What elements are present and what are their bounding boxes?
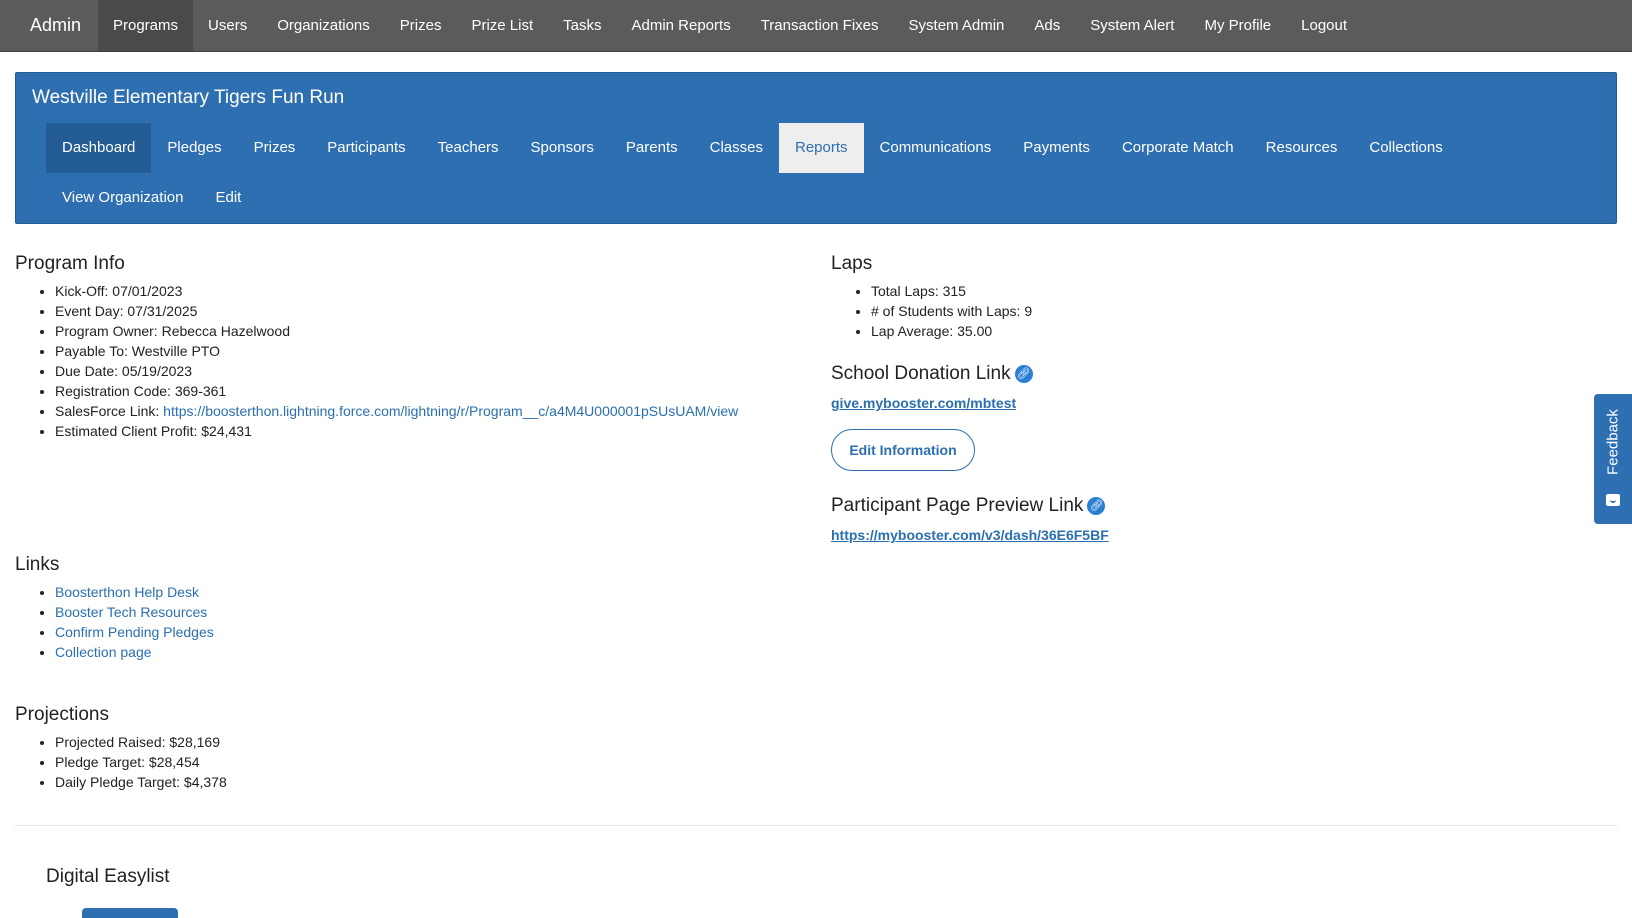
nav-logout[interactable]: Logout bbox=[1286, 0, 1362, 51]
tab-dashboard[interactable]: Dashboard bbox=[46, 123, 152, 173]
links-list: Boosterthon Help Desk Booster Tech Resou… bbox=[15, 582, 214, 662]
projections-list: Projected Raised: $28,169 Pledge Target:… bbox=[15, 732, 227, 792]
program-title: Westville Elementary Tigers Fun Run bbox=[32, 87, 345, 108]
tab-participants[interactable]: Participants bbox=[311, 123, 421, 173]
list-item: Collection page bbox=[55, 642, 214, 662]
list-item: Confirm Pending Pledges bbox=[55, 622, 214, 642]
program-info-section: Program Info Kick-Off: 07/01/2023 Event … bbox=[15, 253, 815, 441]
nav-transaction-fixes[interactable]: Transaction Fixes bbox=[746, 0, 894, 51]
nav-prize-list[interactable]: Prize List bbox=[456, 0, 548, 51]
tab-resources[interactable]: Resources bbox=[1250, 123, 1354, 173]
links-heading: Links bbox=[15, 554, 60, 575]
participant-preview-heading-text: Participant Page Preview Link bbox=[831, 495, 1084, 516]
nav-system-admin[interactable]: System Admin bbox=[894, 0, 1020, 51]
nav-my-profile[interactable]: My Profile bbox=[1189, 0, 1286, 51]
tab-communications[interactable]: Communications bbox=[864, 123, 1008, 173]
tab-parents[interactable]: Parents bbox=[610, 123, 694, 173]
pledge-target-item: Pledge Target: $28,454 bbox=[55, 752, 227, 772]
program-info-heading: Program Info bbox=[15, 253, 125, 274]
total-laps-item: Total Laps: 315 bbox=[871, 281, 1032, 301]
registration-code-item: Registration Code: 369-361 bbox=[55, 381, 815, 401]
payable-to-item: Payable To: Westville PTO bbox=[55, 341, 815, 361]
digital-easylist-button[interactable] bbox=[82, 908, 178, 918]
laps-list: Total Laps: 315 # of Students with Laps:… bbox=[831, 281, 1032, 341]
event-day-item: Event Day: 07/31/2025 bbox=[55, 301, 815, 321]
feedback-tab[interactable]: Feedback bbox=[1594, 394, 1632, 524]
daily-pledge-target-item: Daily Pledge Target: $4,378 bbox=[55, 772, 227, 792]
nav-tasks[interactable]: Tasks bbox=[548, 0, 616, 51]
digital-easylist-heading: Digital Easylist bbox=[46, 866, 170, 887]
program-tabs: Dashboard Pledges Prizes Participants Te… bbox=[46, 123, 1606, 223]
laps-heading: Laps bbox=[831, 253, 873, 274]
program-panel: Westville Elementary Tigers Fun Run Dash… bbox=[15, 72, 1617, 224]
lap-average-item: Lap Average: 35.00 bbox=[871, 321, 1032, 341]
program-info-list: Kick-Off: 07/01/2023 Event Day: 07/31/20… bbox=[15, 281, 815, 441]
tab-sponsors[interactable]: Sponsors bbox=[515, 123, 610, 173]
school-donation-heading-text: School Donation Link bbox=[831, 363, 1011, 384]
collection-page-link[interactable]: Collection page bbox=[55, 644, 152, 660]
help-desk-link[interactable]: Boosterthon Help Desk bbox=[55, 584, 199, 600]
participant-preview-section: Participant Page Preview Link 🔗︎ https://… bbox=[831, 495, 1109, 543]
admin-nav-list: Programs Users Organizations Prizes Priz… bbox=[98, 0, 1362, 51]
tab-edit[interactable]: Edit bbox=[199, 173, 257, 223]
links-section: Links Boosterthon Help Desk Booster Tech… bbox=[15, 554, 214, 662]
feedback-label: Feedback bbox=[1604, 409, 1622, 475]
salesforce-label: SalesForce Link: bbox=[55, 403, 164, 419]
students-with-laps-item: # of Students with Laps: 9 bbox=[871, 301, 1032, 321]
brand[interactable]: Admin bbox=[0, 0, 98, 51]
preview-link-row: https://mybooster.com/v3/dash/36E6F5BF bbox=[831, 527, 1109, 543]
divider bbox=[15, 825, 1617, 826]
laps-section: Laps Total Laps: 315 # of Students with … bbox=[831, 253, 1032, 341]
admin-navbar: Admin Programs Users Organizations Prize… bbox=[0, 0, 1632, 52]
school-donation-section: School Donation Link 🔗︎ give.mybooster.co… bbox=[831, 363, 1033, 411]
list-item: Booster Tech Resources bbox=[55, 602, 214, 622]
tab-payments[interactable]: Payments bbox=[1007, 123, 1106, 173]
smiley-icon bbox=[1606, 494, 1620, 506]
nav-organizations[interactable]: Organizations bbox=[262, 0, 385, 51]
tab-corporate-match[interactable]: Corporate Match bbox=[1106, 123, 1250, 173]
due-date-item: Due Date: 05/19/2023 bbox=[55, 361, 815, 381]
tab-collections[interactable]: Collections bbox=[1353, 123, 1458, 173]
nav-users[interactable]: Users bbox=[193, 0, 262, 51]
nav-system-alert[interactable]: System Alert bbox=[1075, 0, 1189, 51]
donation-link-row: give.mybooster.com/mbtest bbox=[831, 395, 1033, 411]
salesforce-link[interactable]: https://boosterthon.lightning.force.com/… bbox=[163, 403, 738, 419]
tab-teachers[interactable]: Teachers bbox=[422, 123, 515, 173]
link-icon[interactable]: 🔗︎ bbox=[1014, 365, 1033, 383]
school-donation-link[interactable]: give.mybooster.com/mbtest bbox=[831, 395, 1016, 411]
projected-raised-item: Projected Raised: $28,169 bbox=[55, 732, 227, 752]
estimated-profit-item: Estimated Client Profit: $24,431 bbox=[55, 421, 815, 441]
tab-classes[interactable]: Classes bbox=[694, 123, 779, 173]
edit-information-button[interactable]: Edit Information bbox=[831, 429, 975, 471]
participant-preview-heading: Participant Page Preview Link 🔗︎ bbox=[831, 495, 1109, 517]
tab-prizes[interactable]: Prizes bbox=[238, 123, 312, 173]
tech-resources-link[interactable]: Booster Tech Resources bbox=[55, 604, 207, 620]
projections-section: Projections Projected Raised: $28,169 Pl… bbox=[15, 704, 227, 792]
salesforce-item: SalesForce Link: https://boosterthon.lig… bbox=[55, 401, 815, 421]
projections-heading: Projections bbox=[15, 704, 109, 725]
confirm-pledges-link[interactable]: Confirm Pending Pledges bbox=[55, 624, 214, 640]
tab-view-organization[interactable]: View Organization bbox=[46, 173, 199, 223]
nav-programs[interactable]: Programs bbox=[98, 0, 194, 51]
nav-prizes[interactable]: Prizes bbox=[385, 0, 457, 51]
link-icon[interactable]: 🔗︎ bbox=[1087, 497, 1106, 515]
school-donation-heading: School Donation Link 🔗︎ bbox=[831, 363, 1033, 385]
program-owner-item: Program Owner: Rebecca Hazelwood bbox=[55, 321, 815, 341]
participant-preview-link[interactable]: https://mybooster.com/v3/dash/36E6F5BF bbox=[831, 527, 1109, 543]
tab-pledges[interactable]: Pledges bbox=[151, 123, 237, 173]
kickoff-item: Kick-Off: 07/01/2023 bbox=[55, 281, 815, 301]
nav-admin-reports[interactable]: Admin Reports bbox=[616, 0, 745, 51]
tab-reports[interactable]: Reports bbox=[778, 123, 864, 173]
list-item: Boosterthon Help Desk bbox=[55, 582, 214, 602]
nav-ads[interactable]: Ads bbox=[1019, 0, 1075, 51]
